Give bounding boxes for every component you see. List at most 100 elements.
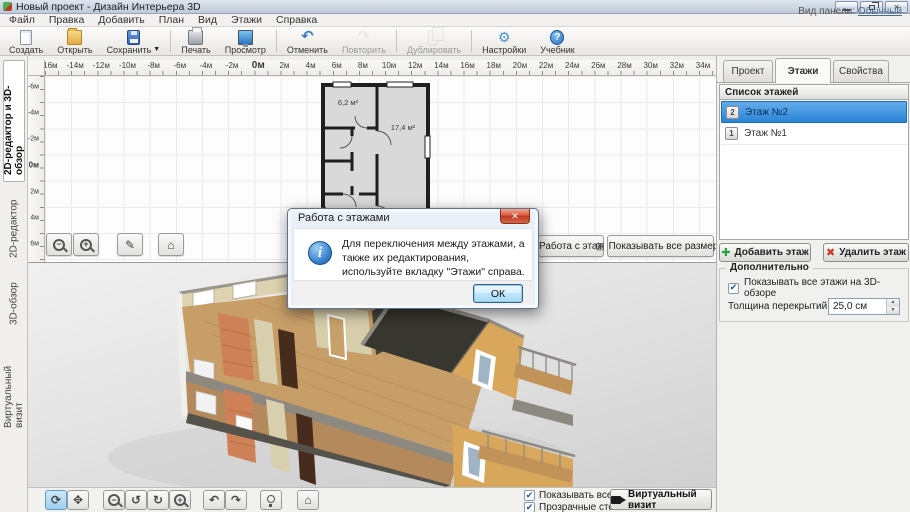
ok-button[interactable]: ОК bbox=[473, 284, 523, 303]
h-ruler-label: 0м bbox=[251, 60, 265, 71]
minus-sign: − bbox=[111, 494, 117, 505]
rotate-3d-button[interactable]: ⟳ bbox=[45, 490, 67, 510]
show-dimensions-button[interactable]: ⊞ Показывать все размеры bbox=[595, 235, 716, 257]
toolbar-button-0[interactable]: Создать bbox=[2, 27, 50, 55]
transparent-walls-checkbox[interactable]: ✔ bbox=[524, 502, 535, 512]
new-document-icon bbox=[20, 29, 33, 45]
slab-thickness-row: Толщина перекрытий: bbox=[728, 301, 830, 312]
floors-work-label: Работа с этажами bbox=[539, 240, 603, 252]
home-icon: ⌂ bbox=[304, 493, 312, 507]
dialog-close-button[interactable]: ✕ bbox=[500, 209, 530, 224]
monitor-icon bbox=[237, 29, 253, 47]
rotate-left-icon: ↺ bbox=[130, 493, 142, 507]
pan-button[interactable]: ✥ bbox=[67, 490, 89, 510]
h-ruler-label: 8м bbox=[357, 61, 368, 70]
show-floors-3d-checkbox[interactable]: ✔ bbox=[728, 282, 739, 294]
info-icon: i bbox=[308, 241, 332, 265]
zoom-in-icon: + bbox=[80, 238, 92, 251]
video-camera-icon bbox=[611, 495, 626, 504]
h-ruler-label: 30м bbox=[643, 61, 658, 70]
menu-item-0[interactable]: Файл bbox=[2, 14, 42, 27]
menu-item-4[interactable]: Вид bbox=[191, 14, 224, 27]
toolbar-button-label: Просмотр bbox=[224, 45, 266, 55]
menu-item-1[interactable]: Правка bbox=[42, 14, 91, 27]
add-plus-icon: ✚ bbox=[721, 247, 731, 259]
slab-thickness-input[interactable]: 25,0 см ▲ ▼ bbox=[828, 298, 900, 315]
tab-project[interactable]: Проект bbox=[723, 60, 773, 82]
toolbar-separator bbox=[170, 30, 172, 52]
lighting-button[interactable] bbox=[260, 490, 282, 510]
tab-floors-label: Этажи bbox=[787, 65, 819, 77]
toolbar-button-4[interactable]: Просмотр bbox=[218, 27, 273, 55]
room-label-2: 17,4 м² bbox=[391, 123, 416, 132]
application-window: Новый проект - Дизайн Интерьера 3D × Фай… bbox=[0, 0, 910, 512]
plan-zoom-out-button[interactable]: − bbox=[46, 233, 72, 256]
floors-work-button[interactable]: Работа с этажами bbox=[538, 235, 604, 257]
check-icon: ✔ bbox=[729, 282, 738, 292]
rotate-left-button[interactable]: ↺ bbox=[125, 490, 147, 510]
toolbar-button-9[interactable]: ? Учебник bbox=[533, 27, 581, 55]
toolbar-button-5[interactable]: ↶ Отменить bbox=[280, 27, 335, 55]
dialog-body: i Для переключения между этажами, а такж… bbox=[293, 228, 533, 280]
sidebar-tab-3[interactable]: Виртуальный визит bbox=[3, 342, 25, 434]
dimensions-icon: ⊞ bbox=[595, 240, 605, 253]
sidebar-tab-0[interactable]: 2D-редактор и 3D-обзор bbox=[2, 60, 25, 182]
dropdown-caret-icon[interactable]: ▼ bbox=[153, 46, 160, 53]
toolbar-button-8[interactable]: ⚙ Настройки bbox=[475, 27, 533, 55]
floors-dialog: Работа с этажами ✕ i Для переключения ме… bbox=[287, 208, 539, 309]
menu-item-6[interactable]: Справка bbox=[269, 14, 324, 27]
h-ruler-label: -14м bbox=[66, 61, 84, 70]
toolbar-button-2[interactable]: Сохранить ▼ bbox=[100, 27, 168, 55]
menu-item-2[interactable]: Добавить bbox=[91, 14, 151, 27]
rotate-right-icon: ↻ bbox=[152, 493, 164, 507]
home-3d-button[interactable]: ⌂ bbox=[297, 490, 319, 510]
rotate-3d-icon: ⟳ bbox=[50, 493, 62, 507]
h-ruler-label: 28м bbox=[617, 61, 632, 70]
main-toolbar: Создать Открыть Сохранить ▼ Печать Просмотр ↶ О… bbox=[0, 26, 910, 56]
delete-floor-label: Удалить этаж bbox=[839, 247, 906, 258]
virtual-tour-button[interactable]: Виртуальный визит bbox=[610, 489, 712, 511]
v-ruler-label: 2м bbox=[30, 188, 39, 196]
delete-floor-button[interactable]: ✖ Удалить этаж bbox=[823, 243, 909, 262]
h-ruler-label: -10м bbox=[118, 61, 136, 70]
orbit-right-button[interactable]: ↷ bbox=[225, 490, 247, 510]
panel-view-link[interactable]: Обычный bbox=[858, 6, 902, 17]
plan-measure-button[interactable]: ✎ bbox=[117, 233, 143, 256]
toolbar-button-7: Дублировать bbox=[400, 26, 468, 55]
floor-number-icon: 1 bbox=[725, 127, 738, 140]
floor-item-1[interactable]: 1 Этаж №1 bbox=[721, 123, 907, 145]
plan-home-button[interactable]: ⌂ bbox=[158, 233, 184, 256]
slab-thickness-spinner[interactable]: ▲ ▼ bbox=[886, 299, 899, 314]
rotate-right-button[interactable]: ↻ bbox=[147, 490, 169, 510]
h-ruler-label: 24м bbox=[564, 61, 580, 70]
vertical-ruler: -6м -4м -2м 0м 2м 4м 6м bbox=[28, 76, 45, 262]
show-floors-3d-row[interactable]: ✔ Показывать все этажи на 3D-обзоре bbox=[728, 277, 908, 299]
zoom-in-3d-button[interactable]: + bbox=[169, 490, 191, 510]
orbit-right-icon: ↷ bbox=[230, 493, 242, 507]
zoom-in-icon: + bbox=[174, 494, 186, 506]
undo-icon: ↶ bbox=[301, 28, 314, 45]
spinner-down-icon[interactable]: ▼ bbox=[887, 306, 899, 314]
panel-view: Вид панели: Обычный bbox=[798, 6, 902, 17]
show-all-floors-checkbox[interactable]: ✔ bbox=[524, 490, 535, 501]
h-ruler-label: -8м bbox=[147, 61, 160, 70]
tab-floors[interactable]: Этажи bbox=[775, 58, 831, 83]
floor-item-2[interactable]: 2 Этаж №2 bbox=[721, 101, 907, 123]
zoom-out-3d-button[interactable]: − bbox=[103, 490, 125, 510]
add-floor-button[interactable]: ✚ Добавить этаж bbox=[719, 243, 811, 262]
toolbar-button-1[interactable]: Открыть bbox=[50, 27, 99, 55]
left-tab-strip: 2D-редактор и 3D-обзор 2D-редактор 3D-обзо… bbox=[0, 56, 28, 512]
tab-properties[interactable]: Свойства bbox=[833, 60, 889, 82]
measure-icon: ✎ bbox=[124, 237, 136, 252]
toolbar-button-3[interactable]: Печать bbox=[174, 26, 217, 55]
gear-icon: ⚙ bbox=[497, 29, 511, 45]
h-ruler-label: 20м bbox=[512, 61, 528, 70]
spinner-up-icon[interactable]: ▲ bbox=[887, 299, 899, 307]
orbit-left-button[interactable]: ↶ bbox=[203, 490, 225, 510]
v-ruler-label: -4м bbox=[28, 109, 39, 117]
menu-item-3[interactable]: План bbox=[152, 14, 191, 27]
sidebar-tab-1[interactable]: 2D-редактор bbox=[3, 192, 25, 266]
menu-item-5[interactable]: Этажи bbox=[224, 14, 269, 27]
plan-zoom-in-button[interactable]: + bbox=[73, 233, 99, 256]
sidebar-tab-2[interactable]: 3D-обзор bbox=[3, 276, 25, 332]
